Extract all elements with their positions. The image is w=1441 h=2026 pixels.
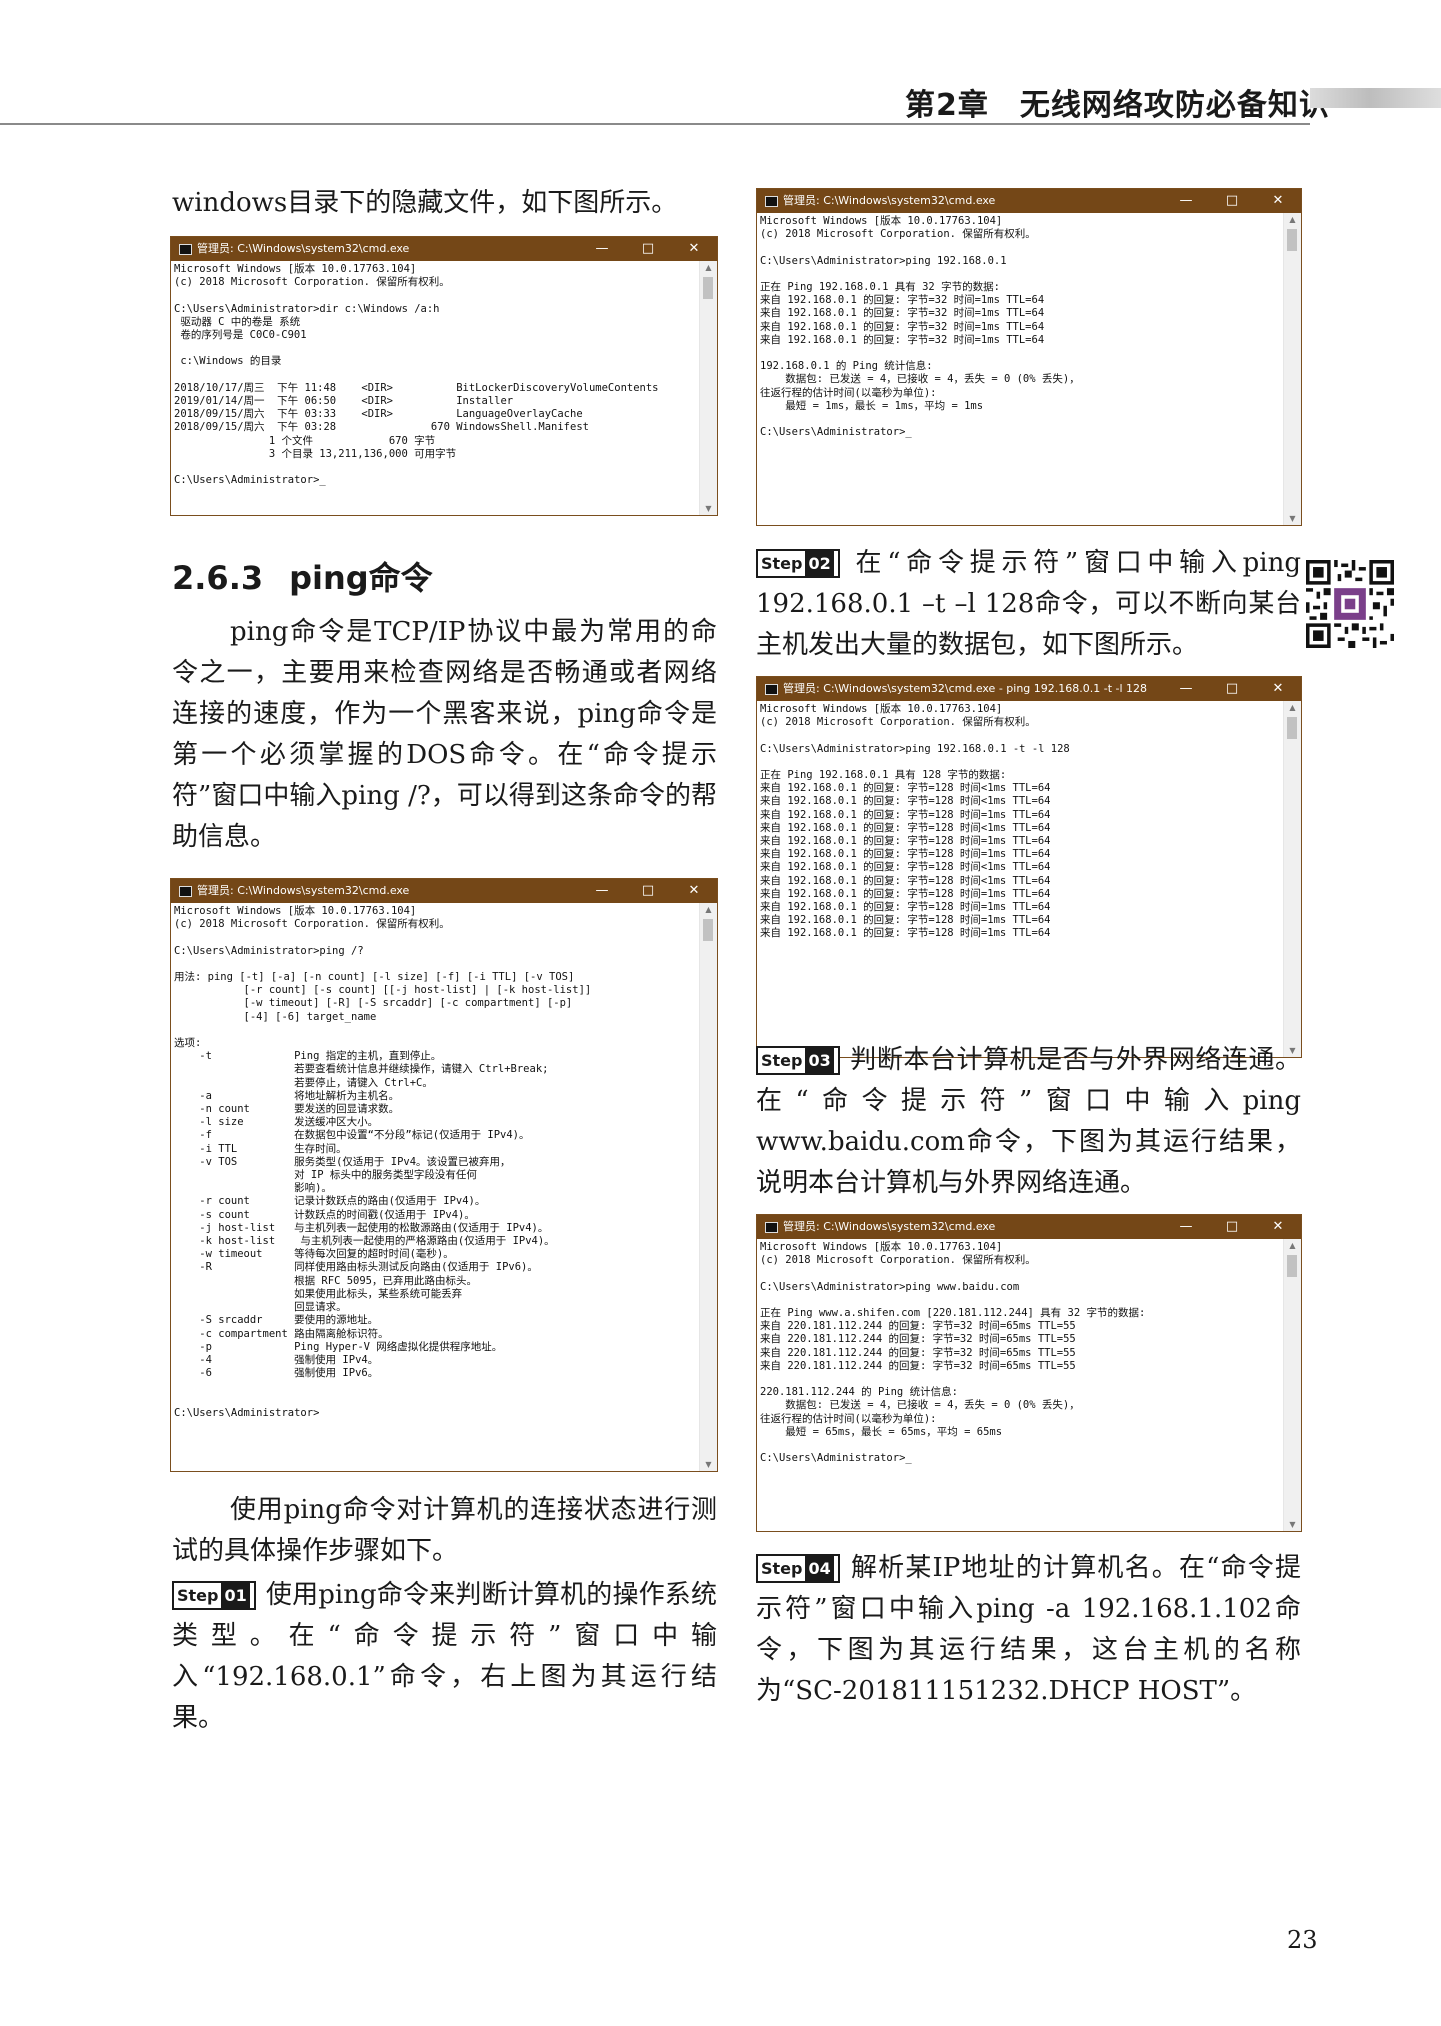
cmd-titlebar: 管理员: C:\Windows\system32\cmd.exe — □ ✕ xyxy=(171,237,717,261)
cmd-output: Microsoft Windows [版本 10.0.17763.104] (c… xyxy=(174,263,659,487)
header-rule xyxy=(0,123,1310,125)
cmd-output: Microsoft Windows [版本 10.0.17763.104] (c… xyxy=(760,703,1070,940)
cmd-title: 管理员: C:\Windows\system32\cmd.exe xyxy=(783,194,996,207)
cmd-app-icon xyxy=(765,1222,778,1233)
cmd-scrollbar[interactable]: ▲ ▼ xyxy=(1283,213,1301,525)
cmd-titlebar: 管理员: C:\Windows\system32\cmd.exe — □ ✕ xyxy=(171,879,717,903)
minimize-button[interactable]: — xyxy=(579,237,625,261)
step-03: Step 03 判断本台计算机是否与外界网络连通。在“命令提示符”窗口中输入ping… xyxy=(756,1040,1301,1204)
maximize-button[interactable]: □ xyxy=(625,237,671,261)
cmd-title: 管理员: C:\Windows\system32\cmd.exe xyxy=(197,242,410,255)
cmd-titlebar: 管理员: C:\Windows\system32\cmd.exe — □ ✕ xyxy=(757,1215,1301,1239)
cmd-app-icon xyxy=(765,196,778,207)
header-decoration-bar xyxy=(1310,88,1441,108)
cmd-app-icon xyxy=(765,684,778,695)
steps-intro-paragraph: 使用ping命令对计算机的连接状态进行测试的具体操作步骤如下。 xyxy=(172,1495,717,1566)
cmd-title: 管理员: C:\Windows\system32\cmd.exe - ping … xyxy=(783,682,1148,695)
cmd-output: Microsoft Windows [版本 10.0.17763.104] (c… xyxy=(760,215,1080,439)
cmd-titlebar: 管理员: C:\Windows\system32\cmd.exe - ping … xyxy=(757,677,1301,701)
step-badge: Step 04 xyxy=(756,1554,840,1583)
section-number: 2.6.3 xyxy=(172,559,264,597)
minimize-button[interactable]: — xyxy=(579,879,625,903)
maximize-button[interactable]: □ xyxy=(1209,677,1255,701)
step-02: Step 02 在“命令提示符”窗口中输入ping 192.168.0.1 –t –… xyxy=(756,543,1301,666)
close-button[interactable]: ✕ xyxy=(1255,677,1301,701)
step-01: Step 01 使用ping命令来判断计算机的操作系统类型。在“命令提示符”窗口中输… xyxy=(172,1575,717,1739)
cmd-window-dir: 管理员: C:\Windows\system32\cmd.exe — □ ✕ Mic… xyxy=(170,236,718,516)
step-04: Step 04 解析某IP地址的计算机名。在“命令提示符”窗口中输入ping -a … xyxy=(756,1548,1301,1712)
section-title: ping命令 xyxy=(289,559,433,597)
cmd-window-ping-continuous: 管理员: C:\Windows\system32\cmd.exe - ping … xyxy=(756,676,1302,1058)
cmd-title: 管理员: C:\Windows\system32\cmd.exe xyxy=(197,884,410,897)
close-button[interactable]: ✕ xyxy=(1255,189,1301,213)
minimize-button[interactable]: — xyxy=(1163,677,1209,701)
cmd-scrollbar[interactable]: ▲ ▼ xyxy=(1283,701,1301,1057)
step-badge: Step 01 xyxy=(172,1581,256,1610)
cmd-output: Microsoft Windows [版本 10.0.17763.104] (c… xyxy=(174,905,592,1419)
cmd-window-ping-lan: 管理员: C:\Windows\system32\cmd.exe — □ ✕ Mic… xyxy=(756,188,1302,526)
step-badge: Step 02 xyxy=(756,549,840,578)
cmd-window-ping-help: 管理员: C:\Windows\system32\cmd.exe — □ ✕ Mic… xyxy=(170,878,718,1472)
cmd-title: 管理员: C:\Windows\system32\cmd.exe xyxy=(783,1220,996,1233)
close-button[interactable]: ✕ xyxy=(1255,1215,1301,1239)
close-button[interactable]: ✕ xyxy=(671,879,717,903)
cmd-output: Microsoft Windows [版本 10.0.17763.104] (c… xyxy=(760,1241,1146,1465)
cmd-titlebar: 管理员: C:\Windows\system32\cmd.exe — □ ✕ xyxy=(757,189,1301,213)
minimize-button[interactable]: — xyxy=(1163,1215,1209,1239)
page-number: 23 xyxy=(1287,1926,1318,1954)
cmd-app-icon xyxy=(179,886,192,897)
intro-line: windows目录下的隐藏文件，如下图所示。 xyxy=(172,188,678,218)
chapter-header: 第2章 无线网络攻防必备知识 xyxy=(905,88,1330,123)
cmd-window-ping-baidu: 管理员: C:\Windows\system32\cmd.exe — □ ✕ Mic… xyxy=(756,1214,1302,1532)
cmd-scrollbar[interactable]: ▲ ▼ xyxy=(1283,1239,1301,1531)
ping-intro-paragraph: ping命令是TCP/IP协议中最为常用的命令之一，主要用来检查网络是否畅通或者… xyxy=(172,617,717,852)
qr-code xyxy=(1306,560,1394,648)
maximize-button[interactable]: □ xyxy=(1209,189,1255,213)
maximize-button[interactable]: □ xyxy=(1209,1215,1255,1239)
close-button[interactable]: ✕ xyxy=(671,237,717,261)
cmd-scrollbar[interactable]: ▲ ▼ xyxy=(699,261,717,515)
cmd-scrollbar[interactable]: ▲ ▼ xyxy=(699,903,717,1471)
cmd-app-icon xyxy=(179,244,192,255)
maximize-button[interactable]: □ xyxy=(625,879,671,903)
section-heading: 2.6.3 ping命令 xyxy=(172,553,459,599)
step-badge: Step 03 xyxy=(756,1046,840,1075)
minimize-button[interactable]: — xyxy=(1163,189,1209,213)
